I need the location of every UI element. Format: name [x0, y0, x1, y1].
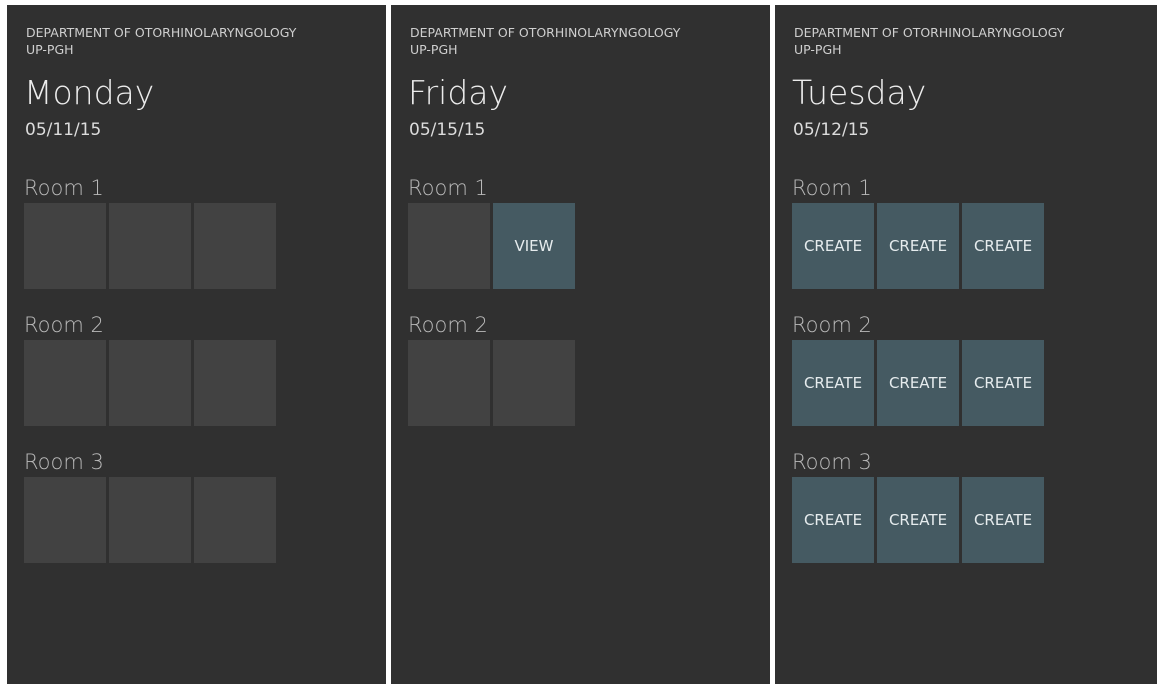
create-button[interactable]: CREATE: [792, 203, 874, 289]
room-label: Room 1: [408, 176, 488, 200]
slot-row: [24, 477, 276, 563]
slot-row: CREATE CREATE CREATE: [792, 477, 1044, 563]
create-button[interactable]: CREATE: [877, 477, 959, 563]
schedule-slot[interactable]: [24, 203, 106, 289]
hospital-name: UP-PGH: [794, 42, 842, 57]
create-button[interactable]: CREATE: [962, 203, 1044, 289]
schedule-slot[interactable]: [194, 477, 276, 563]
room-section: Room 1 CREATE CREATE CREATE: [792, 175, 1044, 289]
schedule-slot[interactable]: [194, 340, 276, 426]
schedule-slot[interactable]: [493, 340, 575, 426]
department-header: DEPARTMENT OF OTORHINOLARYNGOLOGY UP-PGH: [26, 24, 296, 58]
room-label: Room 1: [792, 176, 872, 200]
department-name: DEPARTMENT OF OTORHINOLARYNGOLOGY: [410, 25, 681, 40]
slot-row: CREATE CREATE CREATE: [792, 203, 1044, 289]
create-button[interactable]: CREATE: [792, 340, 874, 426]
department-name: DEPARTMENT OF OTORHINOLARYNGOLOGY: [26, 25, 297, 40]
view-button[interactable]: VIEW: [493, 203, 575, 289]
department-header: DEPARTMENT OF OTORHINOLARYNGOLOGY UP-PGH: [410, 24, 680, 58]
date-label: 05/11/15: [25, 120, 102, 140]
room-label: Room 1: [24, 176, 104, 200]
day-title: Tuesday: [792, 73, 927, 112]
slot-row: [24, 340, 276, 426]
slot-row: VIEW: [408, 203, 575, 289]
schedule-slot[interactable]: [109, 203, 191, 289]
screens-container: DEPARTMENT OF OTORHINOLARYNGOLOGY UP-PGH…: [0, 0, 1157, 684]
room-label: Room 2: [408, 313, 488, 337]
schedule-slot[interactable]: [24, 340, 106, 426]
room-section: Room 2 CREATE CREATE CREATE: [792, 312, 1044, 426]
date-label: 05/12/15: [793, 120, 870, 140]
room-label: Room 2: [792, 313, 872, 337]
slot-row: [24, 203, 276, 289]
room-section: Room 2: [24, 312, 276, 426]
create-button[interactable]: CREATE: [877, 340, 959, 426]
slot-row: CREATE CREATE CREATE: [792, 340, 1044, 426]
date-label: 05/15/15: [409, 120, 486, 140]
schedule-slot[interactable]: [109, 340, 191, 426]
slot-row: [408, 340, 575, 426]
create-button[interactable]: CREATE: [792, 477, 874, 563]
room-label: Room 3: [792, 450, 872, 474]
department-header: DEPARTMENT OF OTORHINOLARYNGOLOGY UP-PGH: [794, 24, 1064, 58]
room-label: Room 3: [24, 450, 104, 474]
day-title: Monday: [24, 73, 155, 112]
hospital-name: UP-PGH: [410, 42, 458, 57]
create-button[interactable]: CREATE: [877, 203, 959, 289]
schedule-screen-tuesday: DEPARTMENT OF OTORHINOLARYNGOLOGY UP-PGH…: [775, 5, 1157, 684]
schedule-slot[interactable]: [408, 340, 490, 426]
schedule-slot[interactable]: [109, 477, 191, 563]
create-button[interactable]: CREATE: [962, 340, 1044, 426]
room-label: Room 2: [24, 313, 104, 337]
day-title: Friday: [408, 73, 509, 112]
schedule-screen-friday: DEPARTMENT OF OTORHINOLARYNGOLOGY UP-PGH…: [391, 5, 770, 684]
room-section: Room 3: [24, 449, 276, 563]
department-name: DEPARTMENT OF OTORHINOLARYNGOLOGY: [794, 25, 1065, 40]
room-section: Room 2: [408, 312, 575, 426]
schedule-slot[interactable]: [194, 203, 276, 289]
room-section: Room 3 CREATE CREATE CREATE: [792, 449, 1044, 563]
room-section: Room 1 VIEW: [408, 175, 575, 289]
schedule-screen-monday: DEPARTMENT OF OTORHINOLARYNGOLOGY UP-PGH…: [7, 5, 386, 684]
schedule-slot[interactable]: [408, 203, 490, 289]
schedule-slot[interactable]: [24, 477, 106, 563]
create-button[interactable]: CREATE: [962, 477, 1044, 563]
hospital-name: UP-PGH: [26, 42, 74, 57]
room-section: Room 1: [24, 175, 276, 289]
